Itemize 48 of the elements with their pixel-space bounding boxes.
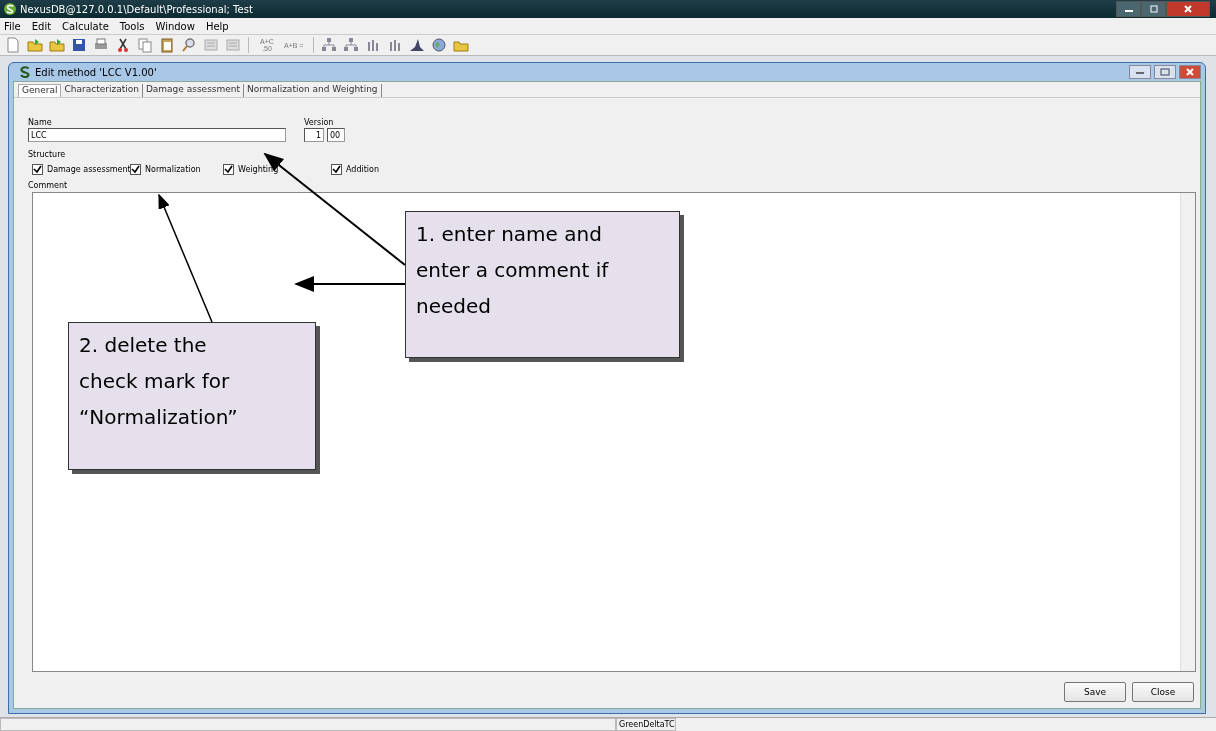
menu-item[interactable]: File (4, 20, 21, 32)
maximize-button[interactable] (1154, 65, 1176, 79)
field-label: Comment (28, 181, 69, 191)
close-button[interactable]: Close (1132, 682, 1194, 702)
maximize-icon (1148, 5, 1159, 13)
close-button[interactable] (1179, 65, 1201, 79)
minimize-icon (1135, 69, 1145, 75)
tab[interactable]: Normalization and Weighting (244, 84, 382, 97)
checkbox[interactable] (32, 163, 43, 175)
version-minor-field[interactable]: 00 (327, 128, 345, 142)
globe-icon[interactable] (429, 36, 449, 54)
maximize-icon (1160, 68, 1170, 76)
menu-item[interactable]: Tools (119, 20, 145, 32)
menu-item[interactable]: Window (155, 20, 195, 32)
checkbox-label: Normalization (145, 164, 201, 174)
checkbox[interactable] (223, 163, 234, 175)
app-logo-icon (4, 3, 16, 15)
section-label: Structure (28, 150, 67, 160)
maximize-button[interactable] (1141, 1, 1166, 17)
version-major-field[interactable]: 1 (304, 128, 324, 142)
tab[interactable]: Characterization (61, 84, 143, 97)
tree-icon[interactable] (319, 36, 339, 54)
close-icon (1183, 5, 1193, 13)
window-title: Edit method 'LCC V1.00' (35, 66, 157, 78)
app-logo-icon (19, 66, 31, 78)
tree-icon[interactable] (341, 36, 361, 54)
checkbox-label: Weighting (238, 164, 279, 174)
name-field[interactable]: LCC (28, 128, 286, 142)
checkbox[interactable] (130, 163, 141, 175)
checkbox[interactable] (331, 163, 342, 175)
menu-item[interactable]: Edit (31, 20, 52, 32)
field-label: Name (28, 118, 53, 128)
status-text: GreenDeltaTC (616, 718, 676, 731)
menu-item[interactable]: Calculate (62, 20, 109, 32)
field-label: Version (304, 118, 335, 128)
minimize-button[interactable] (1129, 65, 1151, 79)
menu-item[interactable]: Help (205, 20, 229, 32)
tab[interactable]: General (18, 84, 62, 97)
window-title: NexusDB@127.0.0.1\Default\Professional; Test (20, 3, 253, 15)
close-icon (1185, 68, 1195, 76)
close-button[interactable] (1166, 1, 1210, 17)
checkbox-label: Damage assessment (47, 164, 131, 174)
save-button[interactable]: Save (1064, 682, 1126, 702)
checkbox-label: Addition (346, 164, 380, 174)
scrollbar[interactable] (1180, 193, 1195, 671)
tab[interactable]: Damage assessment (142, 84, 245, 97)
minimize-button[interactable] (1116, 1, 1141, 17)
open-icon[interactable] (25, 36, 45, 54)
